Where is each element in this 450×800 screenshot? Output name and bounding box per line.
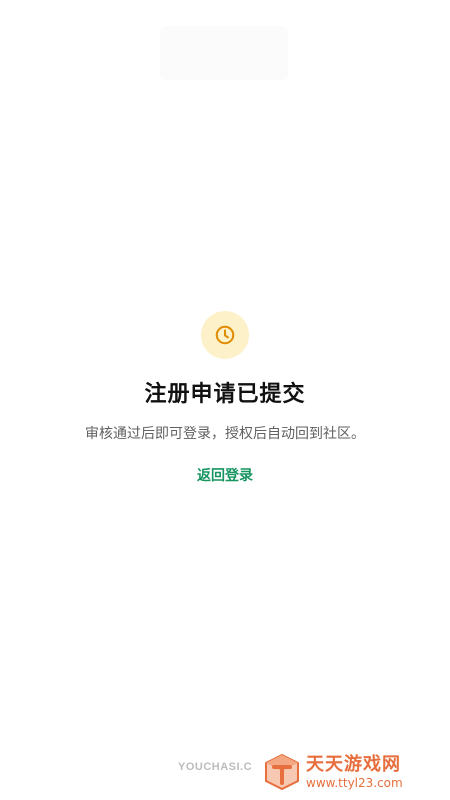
status-title: 注册申请已提交 (144, 382, 306, 407)
clock-icon (215, 325, 235, 345)
watermark-title: 天天游戏网 (306, 753, 401, 775)
status-icon-badge (201, 311, 249, 359)
watermark-url: www.ttyl23.com (306, 775, 403, 790)
register-submitted-screen: 注册申请已提交 审核通过后即可登录，授权后自动回到社区。 返回登录 YOUCHA… (0, 0, 450, 800)
footer-domain-text: YOUCHASI.C (178, 761, 253, 773)
watermark-logo-icon (265, 753, 299, 791)
status-panel: 注册申请已提交 审核通过后即可登录，授权后自动回到社区。 返回登录 (0, 311, 450, 485)
status-description: 审核通过后即可登录，授权后自动回到社区。 (85, 426, 365, 442)
site-watermark: 天天游戏网 www.ttyl23.com (262, 752, 442, 792)
back-to-login-link[interactable]: 返回登录 (197, 465, 253, 485)
logo-placeholder (160, 26, 288, 80)
